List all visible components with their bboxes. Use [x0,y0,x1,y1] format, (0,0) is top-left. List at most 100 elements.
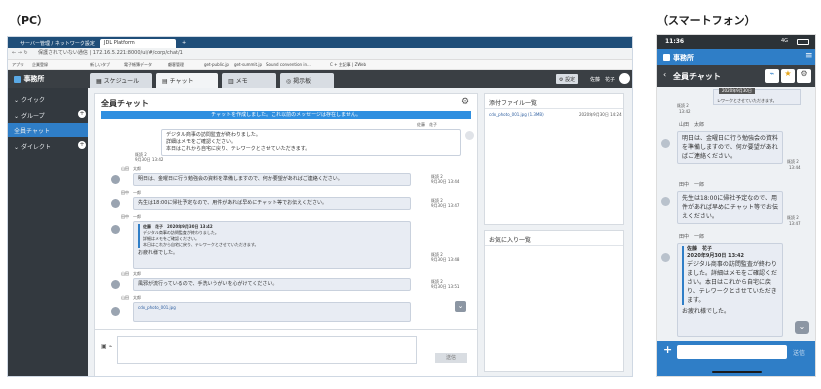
sender-name: 山田 太郎 [121,271,141,276]
scroll-down-icon[interactable]: ⌄ [795,321,809,334]
browser-tab-server[interactable]: サーバー管理 / ネットワーク設定 [16,39,98,48]
settings-button[interactable]: ⚙ 設定 [556,74,579,84]
browser-tab-platform[interactable]: JDL Platform [100,39,176,48]
bookmark-7[interactable]: Sound convention in... [266,62,311,67]
attachment-date: 2020年9月30日 14:24 [579,112,622,117]
star-icon[interactable]: ★ [781,69,795,83]
gear-icon[interactable]: ⚙ [797,69,811,83]
date-tooltip: 2020年9月30日 [719,88,755,94]
home-indicator [712,371,762,373]
new-tab-button[interactable]: + [178,39,190,48]
sidebar-item-direct-label: ダイレクト [20,144,51,151]
chat-settings-gear-icon[interactable]: ⚙ [461,97,469,107]
bookmark-2[interactable]: 新しいタブ [90,62,110,68]
tab-schedule[interactable]: ▦ スケジュール [90,73,152,88]
favorites-panel: お気に入り一覧 [484,230,624,372]
office-logo-icon [663,54,670,61]
battery-icon [797,39,809,45]
phone-composer: + 送信 [657,341,815,376]
sidebar-item-quick[interactable]: ⌄ クイック [8,92,88,106]
file-link[interactable]: cdx_photo_001.jpg [138,305,176,310]
reply-text: お疲れ様でした。 [138,250,179,256]
message-bubble: 風邪が流行っているので、手洗いうがいを心がけてください。 [133,278,411,291]
add-group-icon[interactable]: + [78,110,86,118]
bookmark-5[interactable]: get-public.jp [204,62,229,67]
plus-icon[interactable]: + [663,343,672,356]
sidebar-item-quick-label: クイック [20,97,45,104]
read-count: 既読 2 [787,215,799,220]
tab-chat[interactable]: ▤ チャット [156,73,218,88]
back-icon[interactable]: ‹ [663,70,666,79]
tab-memo[interactable]: ▥ メモ [222,73,276,88]
sidebar-item-direct[interactable]: ⌄ ダイレクト [8,139,88,153]
user-name: 佐藤 花子 [590,77,616,83]
pc-section-label: （PC） [10,14,49,27]
chevron-down-icon: ⌄ [14,113,21,120]
office-logo-icon [14,75,21,83]
reply-text: お疲れ様でした。 [682,308,731,315]
app-logo-text: 事務所 [23,75,45,83]
sender-name: 田中 一郎 [121,214,141,219]
sender-name: 田中 一郎 [121,190,141,195]
bookmarks-bar: アプリ 企業登録 新しいタブ 電子帳簿データ 顧客管理 get-public.j… [8,60,632,70]
file-message-bubble[interactable]: cdx_photo_001.jpg [133,302,411,322]
send-button[interactable]: 送信 [435,353,467,363]
message-time: 13:42 [679,109,691,114]
sender-name: 山田 太郎 [121,166,141,171]
app-logo[interactable]: 事務所 [14,74,84,85]
bookmark-apps[interactable]: アプリ [12,62,24,68]
message-bubble: 先生は18:00に帰社予定なので、用件があれば早めにチャット等でお伝えください。 [677,191,783,224]
bookmark-6[interactable]: get-summit.jp [234,62,262,67]
attachment-file-link[interactable]: cdx_photo_001.jpg (1.3MB) [489,112,544,118]
bookmark-4[interactable]: 顧客管理 [168,62,184,68]
app-header: 事務所 ▦ スケジュール ▤ チャット ▥ メモ ◎ 掲示板 ⚙ 設定 佐藤 花… [8,70,632,88]
message-line: 詳細はメモをご確認ください。 [166,139,237,145]
message-line: デジタル商事の訪問監査が終わりました。 [166,132,261,138]
phone-screenshot: 11:36 4G 事務所 ≡ ‹ 全員チャット ⌁ ★ ⚙ レワークとさせていた… [656,34,816,377]
user-avatar-icon [661,139,670,148]
user-avatar-icon [111,175,120,184]
main-area: 全員チャット ⚙ チャットを作成しました。これ以前のメッセージは存在しません。 … [88,88,632,376]
message-time: 13:47 [789,221,801,226]
reply-message-bubble: 佐藤 花子 2020年9月30日 13:42 デジタル商事の訪問監査が終わりまし… [677,243,783,337]
memo-icon: ▥ [228,78,236,85]
sidebar-item-all-chat[interactable]: 全員チャット [8,123,88,137]
chevron-down-icon: ⌄ [14,97,21,104]
phone-signal: 4G [781,38,789,44]
sender-name: 山田 太郎 [679,122,705,128]
chevron-down-icon: ⌄ [14,144,21,151]
divider [485,245,623,246]
bookmark-3[interactable]: 電子帳簿データ [124,62,152,68]
phone-chat-body: レワークとさせていただきます。 2020年9月30日 既読 2 13:42 山田… [657,87,815,375]
phone-section-label: （スマートフォン） [657,14,756,27]
tab-memo-label: メモ [235,78,248,85]
tab-schedule-label: スケジュール [103,78,140,85]
message-bubble: 先生は18:00に帰社予定なので、用件があれば早めにチャット等でお伝えください。 [133,197,411,210]
attachment-icon[interactable]: ⌁ [765,69,779,83]
url-field[interactable]: 保護されていない通信 | 172.16.5.221:8000/ui/#/corp… [38,50,183,57]
reply-message-bubble: 佐藤 花子 2020年9月30日 13:42 デジタル商事の訪問監査が終わりまし… [133,221,411,269]
browser-tab-bar: サーバー管理 / ネットワーク設定 JDL Platform + [8,37,632,48]
attachments-title: 添付ファイル一覧 [489,100,538,107]
phone-send-button[interactable]: 送信 [793,348,805,357]
message-line: 本日はこれから自宅に戻り、テレワークとさせていただきます。 [166,146,311,152]
bookmark-8[interactable]: C + 主記事 | ZWeb [330,62,366,68]
scroll-down-icon[interactable]: ⌄ [455,301,466,312]
menu-icon[interactable]: ≡ [805,51,813,61]
message-input[interactable] [117,336,417,364]
message-time: 9月30日 13:48 [431,257,460,262]
sender-name: 田中 一郎 [679,182,705,188]
nav-arrows-icon[interactable]: ← → ↻ [12,50,28,57]
add-direct-icon[interactable]: + [78,141,86,149]
sender-name: 田中 一郎 [679,234,705,240]
tab-board[interactable]: ◎ 掲示板 [280,73,334,88]
message-time: 9月30日 13:47 [431,203,460,208]
quoted-message: 佐藤 花子 2020年9月30日 13:42 デジタル商事の訪問監査が終わりまし… [138,224,406,248]
sidebar-item-group[interactable]: ⌄ グループ [8,108,88,122]
chat-title: 全員チャット [101,99,149,108]
attach-icon[interactable]: ▣ ⌁ [101,343,112,350]
phone-message-input[interactable] [677,345,787,359]
bookmark-1[interactable]: 企業登録 [32,62,48,68]
attachments-panel: 添付ファイル一覧 cdx_photo_001.jpg (1.3MB) 2020年… [484,93,624,225]
user-avatar-icon[interactable] [619,73,630,84]
